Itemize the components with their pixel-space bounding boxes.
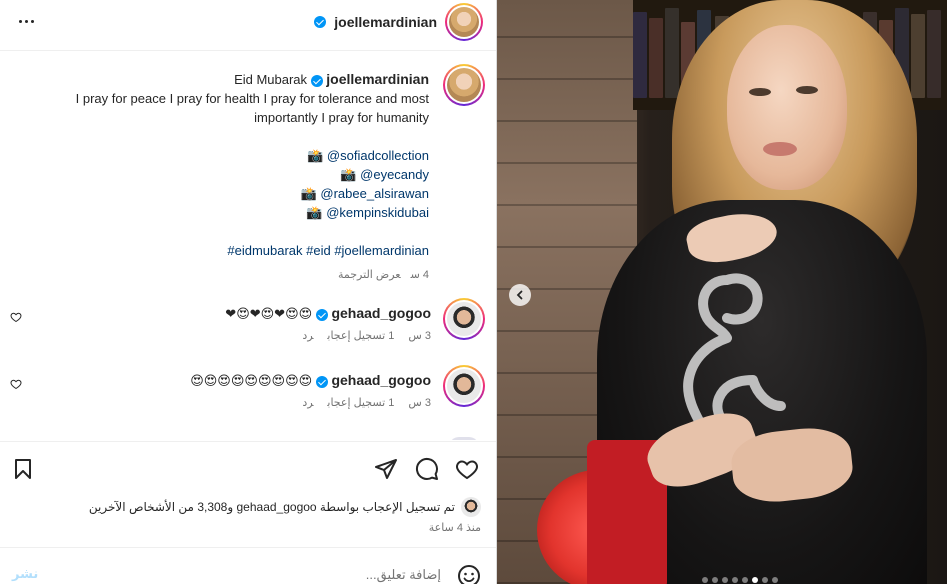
post-actions: تم تسجيل الإعجاب بواسطة gehaad_gogoo و3,… (0, 441, 496, 547)
carousel-dot (752, 577, 758, 583)
carousel-dot (732, 577, 738, 583)
hashtags-link[interactable]: #eidmubarak #eid #joellemardinian (29, 241, 429, 260)
eye-shape (749, 88, 771, 96)
likes-text[interactable]: تم تسجيل الإعجاب بواسطة gehaad_gogoo و3,… (89, 500, 455, 514)
carousel-indicator (702, 577, 778, 583)
more-dot-icon (18, 19, 22, 23)
comment-time[interactable]: 3 س (408, 330, 431, 342)
more-options-button[interactable] (14, 12, 38, 30)
liker-avatar[interactable] (461, 497, 481, 517)
comment-meta: 3 س 1 تسجيل إعجاب رد (288, 329, 431, 342)
mention-link[interactable]: @eyecandy (360, 167, 429, 182)
camera-icon: 📸 (306, 205, 323, 220)
carousel-dot (742, 577, 748, 583)
credit-line: 📸 @eyecandy (29, 165, 429, 184)
comment-likes-count[interactable]: 1 تسجيل إعجاب (327, 397, 394, 409)
carousel-dot (712, 577, 718, 583)
like-comment-heart-icon[interactable] (10, 378, 22, 390)
carousel-prev-button[interactable] (509, 284, 531, 306)
caption-line: importantly I pray for humanity (254, 110, 429, 125)
likes-summary: تم تسجيل الإعجاب بواسطة gehaad_gogoo و3,… (89, 497, 481, 517)
caption-line: I pray for peace I pray for health I pra… (75, 91, 429, 106)
comment-meta: 3 س 1 تسجيل إعجاب رد (288, 396, 431, 409)
mention-link[interactable]: @sofiadcollection (327, 148, 429, 163)
credit-line: 📸 @sofiadcollection (29, 146, 429, 165)
caption-meta: 4 س عرض الترجمة (29, 266, 429, 285)
comment-likes-count[interactable]: 1 تسجيل إعجاب (327, 330, 394, 342)
carousel-dot (772, 577, 778, 583)
comment-username[interactable]: gehaad_gogoo (331, 305, 431, 321)
reply-button[interactable]: رد (302, 330, 313, 342)
more-dot-icon (30, 19, 34, 23)
caption-username[interactable]: joellemardinian (326, 71, 429, 87)
header-username[interactable]: joellemardinian (334, 14, 437, 30)
caption-title-line: Eid Mubarak joellemardinian (29, 70, 429, 89)
comment-icon[interactable] (415, 457, 439, 481)
camera-icon: 📸 (340, 167, 357, 182)
see-translation-button[interactable]: عرض الترجمة (338, 269, 401, 281)
post-time[interactable]: منذ 4 ساعة (429, 521, 481, 534)
lips-shape (763, 142, 797, 156)
eye-shape (796, 86, 818, 94)
camera-icon: 📸 (307, 148, 324, 163)
comment-input[interactable] (81, 562, 441, 584)
comment-composer: نشر (0, 547, 496, 584)
header-avatar[interactable] (445, 3, 483, 41)
caption-text: Eid Mubarak joellemardinian I pray for p… (29, 70, 429, 285)
post-header: joellemardinian (0, 0, 496, 51)
credit-line: 📸 @kempinskidubai (29, 203, 429, 222)
comment-line: ❤😍❤😍❤😍😍 gehaad_gogoo (225, 305, 431, 322)
mention-link[interactable]: @kempinskidubai (326, 205, 429, 220)
emoji-smiley-icon[interactable] (457, 564, 481, 584)
comment-avatar[interactable] (443, 365, 485, 407)
credit-line: 📸 @rabee_alsirawan (29, 184, 429, 203)
mention-link[interactable]: @rabee_alsirawan (320, 186, 429, 201)
post-photo[interactable] (497, 0, 947, 584)
caption-time[interactable]: 4 س (411, 269, 429, 281)
save-bookmark-icon[interactable] (11, 457, 35, 481)
more-dot-icon (24, 19, 28, 23)
comment-line: 😍😍😍😍😍😍😍😍😍 gehaad_gogoo (190, 372, 431, 389)
comment-username[interactable]: gehaad_gogoo (331, 372, 431, 388)
next-comment-avatar-peek (449, 437, 479, 440)
verified-badge-icon (315, 375, 328, 388)
comment-text: 😍😍😍😍😍😍😍😍😍 (190, 373, 313, 388)
carousel-dot (722, 577, 728, 583)
comments-list[interactable]: Eid Mubarak joellemardinian I pray for p… (0, 52, 496, 440)
caption-title: Eid Mubarak (234, 72, 308, 87)
carousel-dot (762, 577, 768, 583)
comment-text: ❤😍❤😍❤😍😍 (225, 306, 313, 321)
verified-badge-icon (315, 308, 328, 321)
header-user: joellemardinian (314, 3, 483, 41)
like-comment-heart-icon[interactable] (10, 311, 22, 323)
share-send-icon[interactable] (374, 457, 398, 481)
chevron-left-icon (516, 290, 523, 300)
comment-time[interactable]: 3 س (408, 397, 431, 409)
carousel-dot (702, 577, 708, 583)
comment-avatar[interactable] (443, 298, 485, 340)
verified-badge-icon (310, 74, 323, 87)
caption-avatar[interactable] (443, 64, 485, 106)
verified-badge-icon (314, 16, 327, 28)
comment-item: 😍😍😍😍😍😍😍😍😍 gehaad_gogoo 3 س 1 تسجيل إعجاب ر… (0, 365, 496, 425)
photo-subject-face (727, 25, 847, 190)
like-heart-icon[interactable] (455, 457, 479, 481)
comment-item: ❤😍❤😍❤😍😍 gehaad_gogoo 3 س 1 تسجيل إعجاب رد (0, 298, 496, 358)
post-side-panel: joellemardinian Eid Mubarak joellemardin… (0, 0, 497, 584)
post-comment-button[interactable]: نشر (12, 566, 38, 582)
camera-icon: 📸 (300, 186, 317, 201)
reply-button[interactable]: رد (302, 397, 313, 409)
